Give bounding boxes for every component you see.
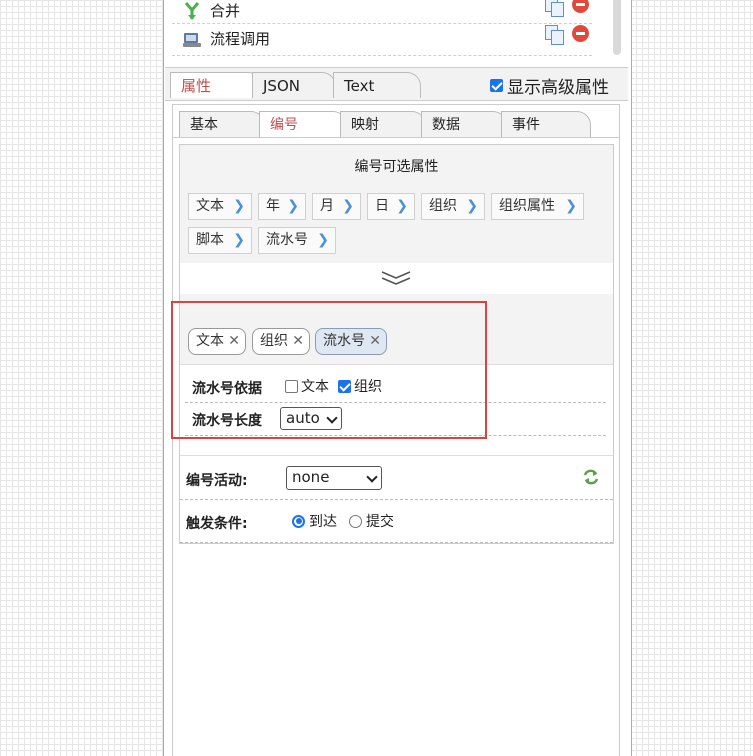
tab-json[interactable]: JSON — [252, 72, 336, 98]
chevron-right-icon: ❯ — [466, 198, 478, 214]
node-list: 合并 流程调用 — [172, 0, 621, 56]
tab-text[interactable]: Text — [333, 72, 421, 98]
subtab-events[interactable]: 事件 — [501, 111, 591, 137]
trigger-label: 触发条件: — [186, 516, 248, 532]
chevron-right-icon: ❯ — [233, 198, 245, 214]
subtab-label: 基本 — [190, 117, 218, 133]
chip-label: 流水号 — [266, 232, 308, 248]
list-item-label: 合并 — [210, 2, 241, 20]
chevron-right-icon: ❯ — [317, 232, 329, 248]
delete-icon[interactable] — [572, 25, 589, 42]
chip-label: 组织 — [429, 198, 457, 214]
show-advanced-label: 显示高级属性 — [507, 78, 609, 98]
trigger-row: 触发条件: 到达 提交 — [180, 499, 613, 543]
option-chip-org-attr[interactable]: 组织属性 ❯ — [491, 193, 584, 220]
copy-icon[interactable] — [545, 0, 564, 17]
option-chip-serial[interactable]: 流水号 ❯ — [258, 227, 336, 254]
process-call-icon — [183, 33, 201, 47]
tab-label: 属性 — [181, 77, 212, 95]
trigger-arrive-radio[interactable] — [292, 514, 305, 528]
chevron-right-icon: ❯ — [396, 198, 408, 214]
trigger-submit-radio[interactable] — [349, 514, 362, 528]
subtab-basic[interactable]: 基本 — [179, 111, 265, 137]
highlight-box — [171, 301, 487, 439]
option-chip-month[interactable]: 月 ❯ — [312, 193, 361, 220]
subtab-label: 编号 — [270, 117, 298, 133]
copy-icon[interactable] — [545, 25, 564, 45]
chip-label: 文本 — [196, 198, 224, 214]
subtab-numbering[interactable]: 编号 — [259, 111, 347, 137]
chip-label: 月 — [320, 198, 334, 214]
subtab-label: 数据 — [432, 117, 460, 133]
chip-label: 年 — [266, 198, 280, 214]
trigger-arrive-label: 到达 — [309, 514, 337, 530]
subtab-data[interactable]: 数据 — [421, 111, 507, 137]
subtab-mapping[interactable]: 映射 — [340, 111, 426, 137]
option-chip-text[interactable]: 文本 ❯ — [188, 193, 252, 220]
number-activity-select[interactable]: none — [286, 466, 382, 490]
option-chip-year[interactable]: 年 ❯ — [258, 193, 306, 220]
number-activity-label: 编号活动: — [186, 473, 248, 489]
list-item[interactable]: 流程调用 — [172, 23, 592, 56]
list-item[interactable]: 合并 — [172, 0, 592, 24]
chevron-down-icon — [366, 471, 378, 483]
chip-label: 组织属性 — [499, 198, 555, 214]
option-chip-org[interactable]: 组织 ❯ — [421, 193, 485, 220]
options-title: 编号可选属性 — [354, 159, 439, 175]
trigger-submit-label: 提交 — [366, 514, 394, 530]
tab-label: Text — [344, 77, 375, 95]
chip-label: 脚本 — [196, 232, 224, 248]
select-value: none — [292, 468, 330, 486]
chevron-right-icon: ❯ — [233, 232, 245, 248]
expand-toggle[interactable] — [180, 264, 613, 294]
subtab-label: 映射 — [351, 117, 379, 133]
chip-label: 日 — [375, 198, 389, 214]
tab-label: JSON — [263, 77, 300, 95]
subtab-label: 事件 — [512, 117, 540, 133]
show-advanced-toggle[interactable]: 显示高级属性 — [490, 73, 609, 98]
list-item-label: 流程调用 — [210, 30, 271, 48]
tab-properties[interactable]: 属性 — [170, 72, 262, 98]
number-activity-row: 编号活动: none — [180, 455, 613, 500]
double-chevron-down-icon — [381, 271, 411, 285]
option-chip-day[interactable]: 日 ❯ — [367, 193, 415, 220]
sub-tabs: 基本 编号 映射 数据 事件 — [173, 109, 619, 138]
show-advanced-checkbox[interactable] — [490, 79, 503, 92]
refresh-icon[interactable] — [583, 469, 599, 485]
delete-icon[interactable] — [572, 0, 589, 13]
option-chip-script[interactable]: 脚本 ❯ — [188, 227, 252, 254]
list-scrollbar[interactable] — [613, 0, 621, 55]
chevron-right-icon: ❯ — [565, 198, 577, 214]
merge-icon — [184, 2, 200, 20]
chevron-right-icon: ❯ — [342, 198, 354, 214]
chevron-right-icon: ❯ — [287, 198, 299, 214]
